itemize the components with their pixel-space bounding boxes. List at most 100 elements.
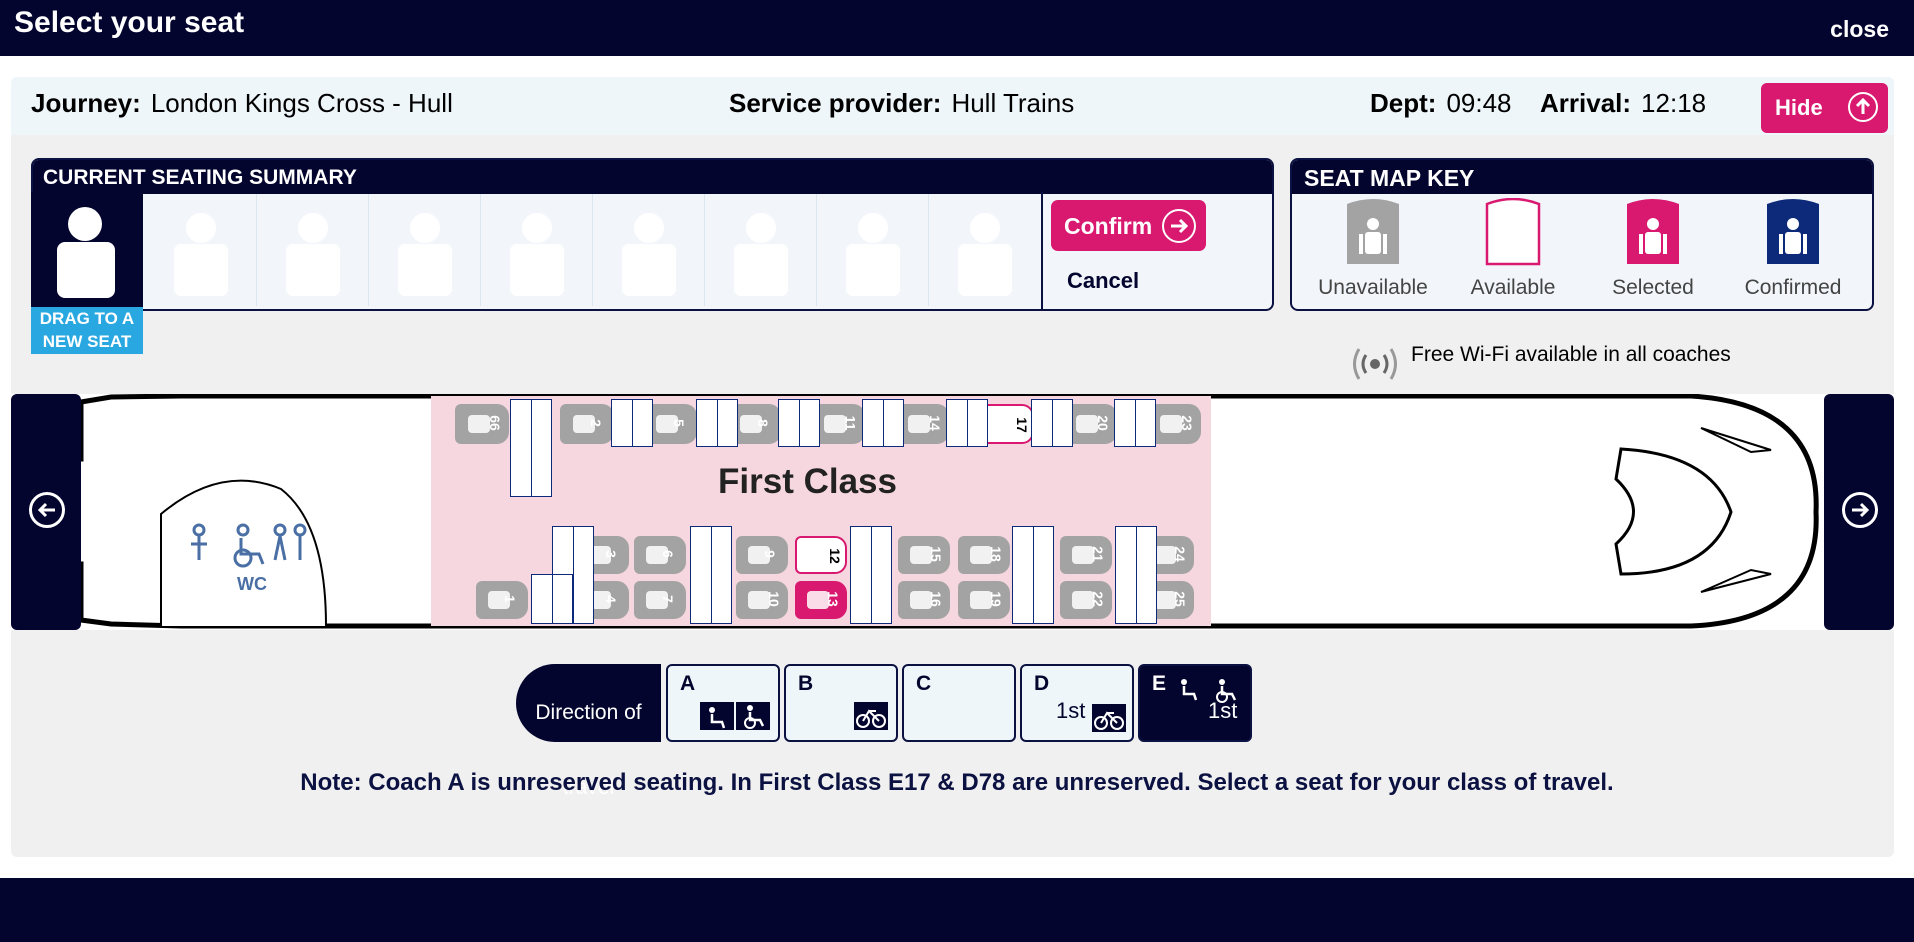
direction-of-travel: Direction of travel	[516, 664, 661, 799]
passenger-figure-icon	[573, 415, 595, 433]
journey-label: Journey:	[31, 88, 141, 118]
table	[1115, 526, 1157, 624]
top-bar: Select your seat close	[0, 0, 1914, 56]
next-coach-button[interactable]	[1824, 394, 1894, 630]
passenger-figure-icon	[748, 591, 770, 609]
table	[531, 574, 573, 624]
coach-tab-e[interactable]: E 1st	[1138, 664, 1252, 742]
seat-13[interactable]: 13	[795, 581, 847, 619]
passenger-slot	[930, 194, 1040, 306]
close-button[interactable]: close	[1830, 16, 1889, 43]
seat-number: 17	[1013, 417, 1030, 433]
table	[862, 399, 904, 447]
table-divider	[717, 400, 718, 446]
passenger-placeholder-icon	[398, 213, 452, 296]
departure-label: Dept:	[1370, 88, 1437, 118]
arrival-value: 12:18	[1641, 88, 1707, 118]
wifi-icon	[1349, 344, 1401, 384]
passenger-figure-icon	[646, 591, 668, 609]
seat-18: 18	[958, 536, 1010, 574]
passenger-placeholder-icon	[734, 213, 788, 296]
first-class-badge: 1st	[1056, 698, 1086, 723]
arrival-label: Arrival:	[1540, 88, 1632, 118]
coach-tab-c[interactable]: C	[902, 664, 1016, 742]
table	[696, 399, 738, 447]
departure-value: 09:48	[1446, 88, 1512, 118]
table	[850, 526, 892, 624]
passenger-figure-icon	[1072, 591, 1094, 609]
toilet-icons	[191, 523, 307, 568]
table	[510, 399, 552, 497]
passenger-figure-icon	[646, 546, 668, 564]
cancel-button[interactable]: Cancel	[1067, 268, 1139, 294]
seat-1: 1	[476, 581, 528, 619]
passenger-figure-icon	[807, 591, 829, 609]
draggable-seat[interactable]	[31, 192, 143, 308]
seat-19: 19	[958, 581, 1010, 619]
passenger-figure-icon	[1072, 546, 1094, 564]
provider-value: Hull Trains	[951, 88, 1075, 118]
seat-6: 6	[634, 536, 686, 574]
table-divider	[1136, 527, 1137, 623]
table-divider	[967, 400, 968, 446]
page-title: Select your seat	[14, 6, 245, 39]
arrow-right-icon	[1162, 209, 1196, 243]
available-seat-icon	[1485, 197, 1541, 266]
seat-17[interactable]: 17	[980, 404, 1034, 444]
table-divider	[573, 527, 574, 623]
seat-9: 9	[736, 536, 788, 574]
passenger-figure-icon	[740, 415, 762, 433]
provider-info: Service provider: Hull Trains	[729, 88, 1074, 119]
unavailable-seat-icon	[1347, 199, 1399, 264]
table-divider	[1052, 400, 1053, 446]
coach-tab-b[interactable]: B	[784, 664, 898, 742]
drag-hint-line2: NEW SEAT	[42, 332, 132, 351]
passenger-placeholder-icon	[174, 213, 228, 296]
passenger-placeholder-icon	[286, 213, 340, 296]
table-divider	[883, 400, 884, 446]
key-label-selected: Selected	[1612, 276, 1694, 299]
coach-letter: D	[1034, 672, 1050, 695]
coach-tab-a[interactable]: A	[666, 664, 780, 742]
seat-22: 22	[1060, 581, 1112, 619]
first-class-badge: 1st	[1208, 698, 1238, 723]
first-class-label: First Class	[718, 462, 897, 501]
table	[946, 399, 988, 447]
hide-button[interactable]: Hide	[1761, 83, 1888, 133]
table-divider	[871, 527, 872, 623]
passenger-slot	[594, 194, 705, 306]
seat-map-key-header: SEAT MAP KEY	[1292, 160, 1872, 194]
confirm-button[interactable]: Confirm	[1051, 200, 1206, 251]
journey-value: London Kings Cross - Hull	[150, 88, 453, 118]
coach-letter: C	[916, 672, 932, 695]
coach-letter: B	[798, 672, 814, 695]
passenger-placeholder-icon	[622, 213, 676, 296]
wc-label: WC	[237, 574, 267, 594]
passenger-figure-icon	[908, 415, 930, 433]
seat-15: 15	[898, 536, 950, 574]
table-divider	[799, 400, 800, 446]
seat-map-key-title: SEAT MAP KEY	[1304, 165, 1475, 191]
seating-summary-title: CURRENT SEATING SUMMARY	[43, 166, 357, 189]
key-item-available: Available	[1443, 197, 1583, 299]
bottom-bar	[0, 878, 1914, 942]
key-item-confirmed: Confirmed	[1723, 198, 1863, 299]
drag-hint: DRAG TO A NEW SEAT	[31, 307, 143, 354]
table-divider	[531, 400, 532, 496]
seating-summary-header: CURRENT SEATING SUMMARY	[33, 160, 1272, 194]
seat-21: 21	[1060, 536, 1112, 574]
table	[778, 399, 820, 447]
wifi-note: Free Wi-Fi available in all coaches	[1411, 343, 1731, 366]
passenger-placeholder-icon	[958, 213, 1012, 296]
coach-note: Note: Coach A is unreserved seating. In …	[300, 769, 1614, 796]
accessibility-icons	[700, 702, 770, 730]
passenger-slot	[482, 194, 593, 306]
seat-12[interactable]: 12	[795, 536, 847, 574]
table-divider	[1033, 527, 1034, 623]
previous-coach-button[interactable]	[11, 394, 81, 630]
passenger-placeholder-icon	[510, 213, 564, 296]
passenger-slot	[818, 194, 929, 306]
arrow-right-icon	[1842, 492, 1878, 528]
coach-tab-d[interactable]: D 1st	[1020, 664, 1134, 742]
key-label-available: Available	[1470, 276, 1556, 299]
